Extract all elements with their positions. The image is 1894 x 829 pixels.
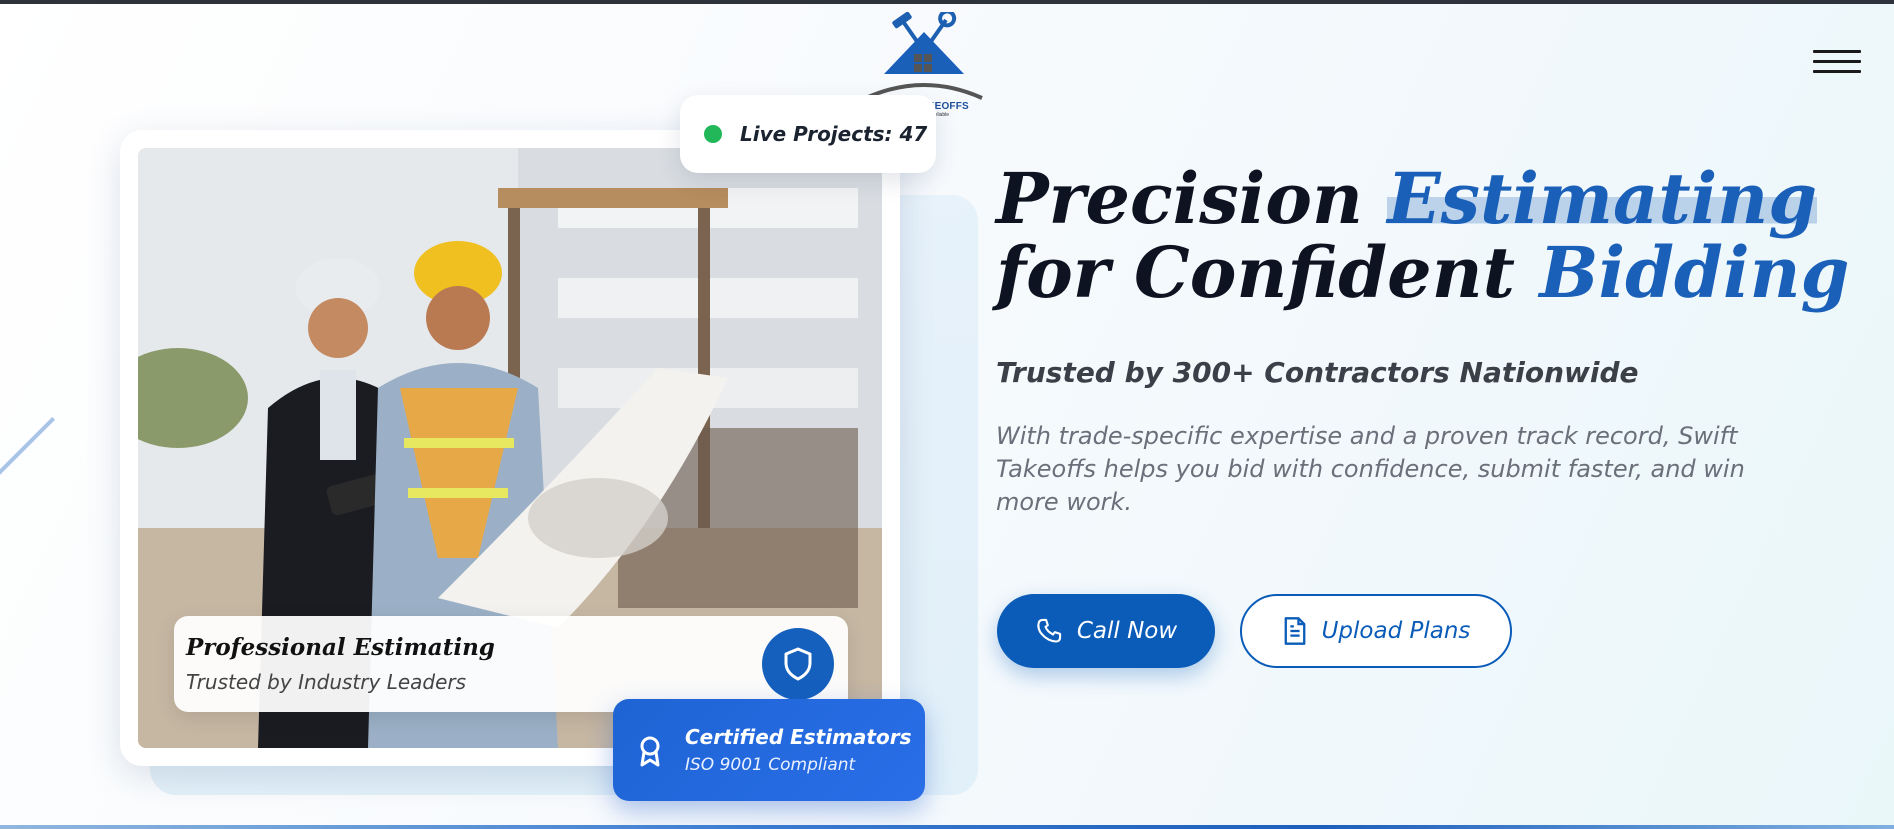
hero-subheading: Trusted by 300+ Contractors Nationwide bbox=[996, 356, 1639, 389]
image-caption: Professional Estimating Trusted by Indus… bbox=[174, 616, 848, 712]
award-ribbon-icon bbox=[637, 735, 663, 771]
cert-subtitle: ISO 9001 Compliant bbox=[685, 755, 856, 775]
caption-subtitle: Trusted by Industry Leaders bbox=[186, 670, 467, 694]
headline-for-confident: for Confident bbox=[996, 231, 1515, 314]
upload-plans-label: Upload Plans bbox=[1321, 618, 1471, 644]
live-projects-badge: Live Projects: 47 bbox=[680, 95, 936, 173]
bottom-border bbox=[0, 825, 1894, 829]
cert-title: Certified Estimators bbox=[685, 725, 912, 749]
headline-word-precision: Precision bbox=[996, 157, 1363, 240]
upload-plans-button[interactable]: Upload Plans bbox=[1240, 594, 1512, 668]
certified-estimators-badge: Certified Estimators ISO 9001 Compliant bbox=[613, 699, 925, 801]
hero-headline: Precision Estimating for Confident Biddi… bbox=[996, 157, 1849, 310]
caption-title: Professional Estimating bbox=[186, 634, 495, 661]
shield-icon bbox=[762, 628, 834, 700]
decorative-line bbox=[0, 416, 56, 484]
call-now-label: Call Now bbox=[1076, 618, 1178, 644]
live-status-dot-icon bbox=[704, 125, 722, 143]
document-icon bbox=[1284, 617, 1305, 645]
top-border bbox=[0, 0, 1894, 4]
live-projects-text: Live Projects: 47 bbox=[740, 122, 928, 146]
hamburger-menu-icon[interactable] bbox=[1813, 50, 1861, 76]
phone-icon bbox=[1037, 618, 1061, 643]
headline-word-estimating: Estimating bbox=[1387, 157, 1818, 240]
call-now-button[interactable]: Call Now bbox=[997, 594, 1215, 668]
headline-word-bidding: Bidding bbox=[1539, 231, 1850, 314]
hero-description: With trade-specific expertise and a prov… bbox=[996, 422, 1745, 516]
